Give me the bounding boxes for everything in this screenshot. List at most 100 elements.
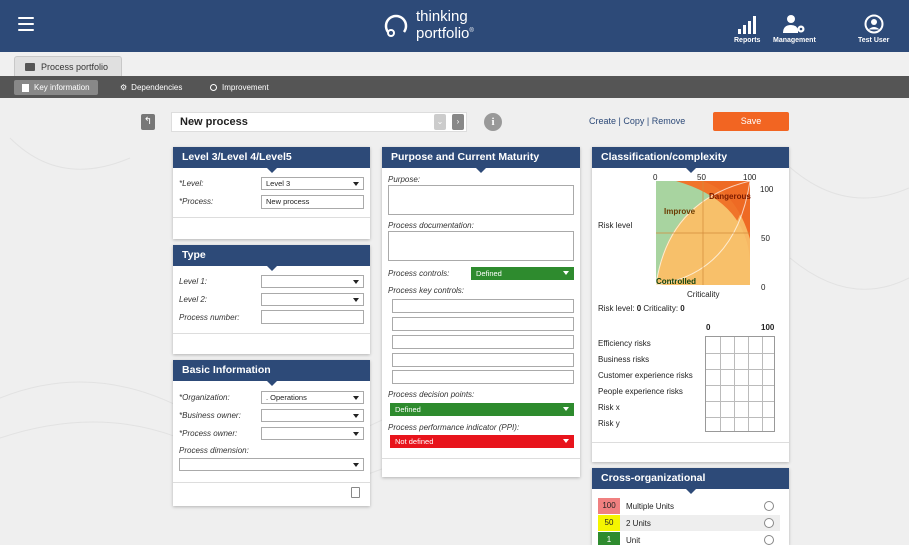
chevron-down-icon <box>353 280 359 284</box>
nav-management[interactable]: Management <box>773 12 816 44</box>
tab-process-portfolio[interactable]: Process portfolio <box>14 56 122 76</box>
radio-button[interactable] <box>764 535 774 545</box>
risk-label-y: Risk y <box>598 419 620 428</box>
subtab-improvement-label: Improvement <box>222 83 269 92</box>
level1-label: Level 1: <box>179 277 208 286</box>
save-button[interactable]: Save <box>713 112 789 131</box>
classification-panel-title: Classification/complexity <box>592 147 789 173</box>
key-control-input-1[interactable] <box>392 299 574 313</box>
level-select[interactable]: Level 3 <box>261 177 364 190</box>
chevron-down-icon <box>353 396 359 400</box>
subtab-improvement[interactable]: Improvement <box>210 80 269 95</box>
risk-label-efficiency: Efficiency risks <box>598 339 651 348</box>
subtab-dependencies[interactable]: ⚙ Dependencies <box>120 80 182 95</box>
cogs-icon: ⚙ <box>120 83 128 92</box>
zone-improve: Improve <box>664 207 696 216</box>
chevron-down-icon <box>353 298 359 302</box>
process-controls-select-value: Defined <box>476 269 502 278</box>
process-owner-select[interactable] <box>261 427 364 440</box>
process-number-label: Process number: <box>179 313 240 322</box>
criticality-value: 0 <box>680 304 685 313</box>
nav-user-label: Test User <box>858 37 890 44</box>
process-label: *Process: <box>179 197 214 206</box>
cross-row-number: 1 <box>598 532 620 545</box>
key-control-input-3[interactable] <box>392 335 574 349</box>
purpose-panel-title: Purpose and Current Maturity <box>382 147 580 173</box>
briefcase-icon <box>25 62 35 71</box>
purpose-textarea[interactable] <box>388 185 574 215</box>
create-copy-remove-links[interactable]: Create | Copy | Remove <box>589 116 685 126</box>
level1-select[interactable] <box>261 275 364 288</box>
cross-row-unit[interactable]: 1 Unit <box>598 532 780 545</box>
basic-panel-title: Basic Information <box>173 360 370 386</box>
decision-points-select[interactable]: Defined <box>390 403 574 416</box>
key-control-input-5[interactable] <box>392 370 574 384</box>
level2-select[interactable] <box>261 293 364 306</box>
radio-button[interactable] <box>764 518 774 528</box>
process-input[interactable]: New process <box>261 195 364 209</box>
type-panel-title: Type <box>173 245 370 271</box>
chevron-down-icon <box>353 463 359 467</box>
app-logo[interactable]: thinking portfolio® <box>382 9 474 42</box>
next-button[interactable]: › <box>452 114 464 130</box>
purpose-panel: Purpose and Current Maturity Purpose: Pr… <box>382 147 580 477</box>
y-axis-label: Risk level <box>598 221 633 230</box>
purpose-label: Purpose: <box>388 175 421 184</box>
panel-divider <box>173 482 370 483</box>
expand-button[interactable]: ⌄ <box>434 114 446 130</box>
business-owner-label: *Business owner: <box>179 411 241 420</box>
key-control-input-4[interactable] <box>392 353 574 367</box>
risk-scale-min: 0 <box>706 323 711 332</box>
cross-row-multiple-units[interactable]: 100 Multiple Units <box>598 498 780 514</box>
info-icon[interactable]: i <box>484 113 502 131</box>
process-owner-label: *Process owner: <box>179 429 238 438</box>
risk-scale-max: 100 <box>761 323 775 332</box>
subtab-key-information-label: Key information <box>34 83 90 92</box>
cross-panel-title: Cross-organizational <box>592 468 789 494</box>
process-documentation-label: Process documentation: <box>388 221 474 230</box>
subtab-key-information[interactable]: Key information <box>14 80 98 95</box>
menu-icon[interactable] <box>18 17 34 31</box>
bar-chart-icon <box>734 12 760 34</box>
x-tick-50: 50 <box>697 173 706 182</box>
process-documentation-textarea[interactable] <box>388 231 574 261</box>
chevron-down-icon <box>353 414 359 418</box>
chevron-down-icon <box>353 182 359 186</box>
ppi-select[interactable]: Not defined <box>390 435 574 448</box>
level-label: *Level: <box>179 179 204 188</box>
nav-reports-label: Reports <box>734 37 761 44</box>
panel-divider <box>173 217 370 218</box>
basic-information-panel: Basic Information *Organization: . Opera… <box>173 360 370 506</box>
cross-row-number: 100 <box>598 498 620 514</box>
nav-reports[interactable]: Reports <box>734 12 760 44</box>
key-control-input-2[interactable] <box>392 317 574 331</box>
circle-icon <box>210 84 217 91</box>
risk-label-business: Business risks <box>598 355 650 364</box>
logo-line-2: portfolio® <box>416 25 474 42</box>
decision-points-label: Process decision points: <box>388 390 475 399</box>
subtab-dependencies-label: Dependencies <box>131 83 183 92</box>
process-name-field[interactable]: New process <box>171 112 467 132</box>
risk-level-summary-label: Risk level: <box>598 304 635 313</box>
panel-divider <box>382 458 580 459</box>
panel-divider <box>592 442 789 443</box>
type-panel: Type Level 1: Level 2: Process number: <box>173 245 370 354</box>
radio-button[interactable] <box>764 501 774 511</box>
risk-slider-grid[interactable] <box>705 336 775 432</box>
business-owner-select[interactable] <box>261 409 364 422</box>
nav-management-label: Management <box>773 37 816 44</box>
process-number-input[interactable] <box>261 310 364 324</box>
nav-user[interactable]: Test User <box>858 12 889 44</box>
risk-label-x: Risk x <box>598 403 620 412</box>
back-button[interactable]: ↰ <box>141 114 155 130</box>
risk-label-people-experience: People experience risks <box>598 387 683 396</box>
sub-navigation: Key information ⚙ Dependencies Improveme… <box>0 76 909 98</box>
organization-select[interactable]: . Operations <box>261 391 364 404</box>
cross-row-two-units[interactable]: 50 2 Units <box>598 515 780 531</box>
note-icon[interactable] <box>351 487 360 498</box>
chevron-down-icon <box>563 271 569 275</box>
logo-mark-icon <box>382 12 410 40</box>
process-dimension-select[interactable] <box>179 458 364 471</box>
process-controls-select[interactable]: Defined <box>471 267 574 280</box>
ppi-label: Process performance indicator (PPI): <box>388 423 520 432</box>
